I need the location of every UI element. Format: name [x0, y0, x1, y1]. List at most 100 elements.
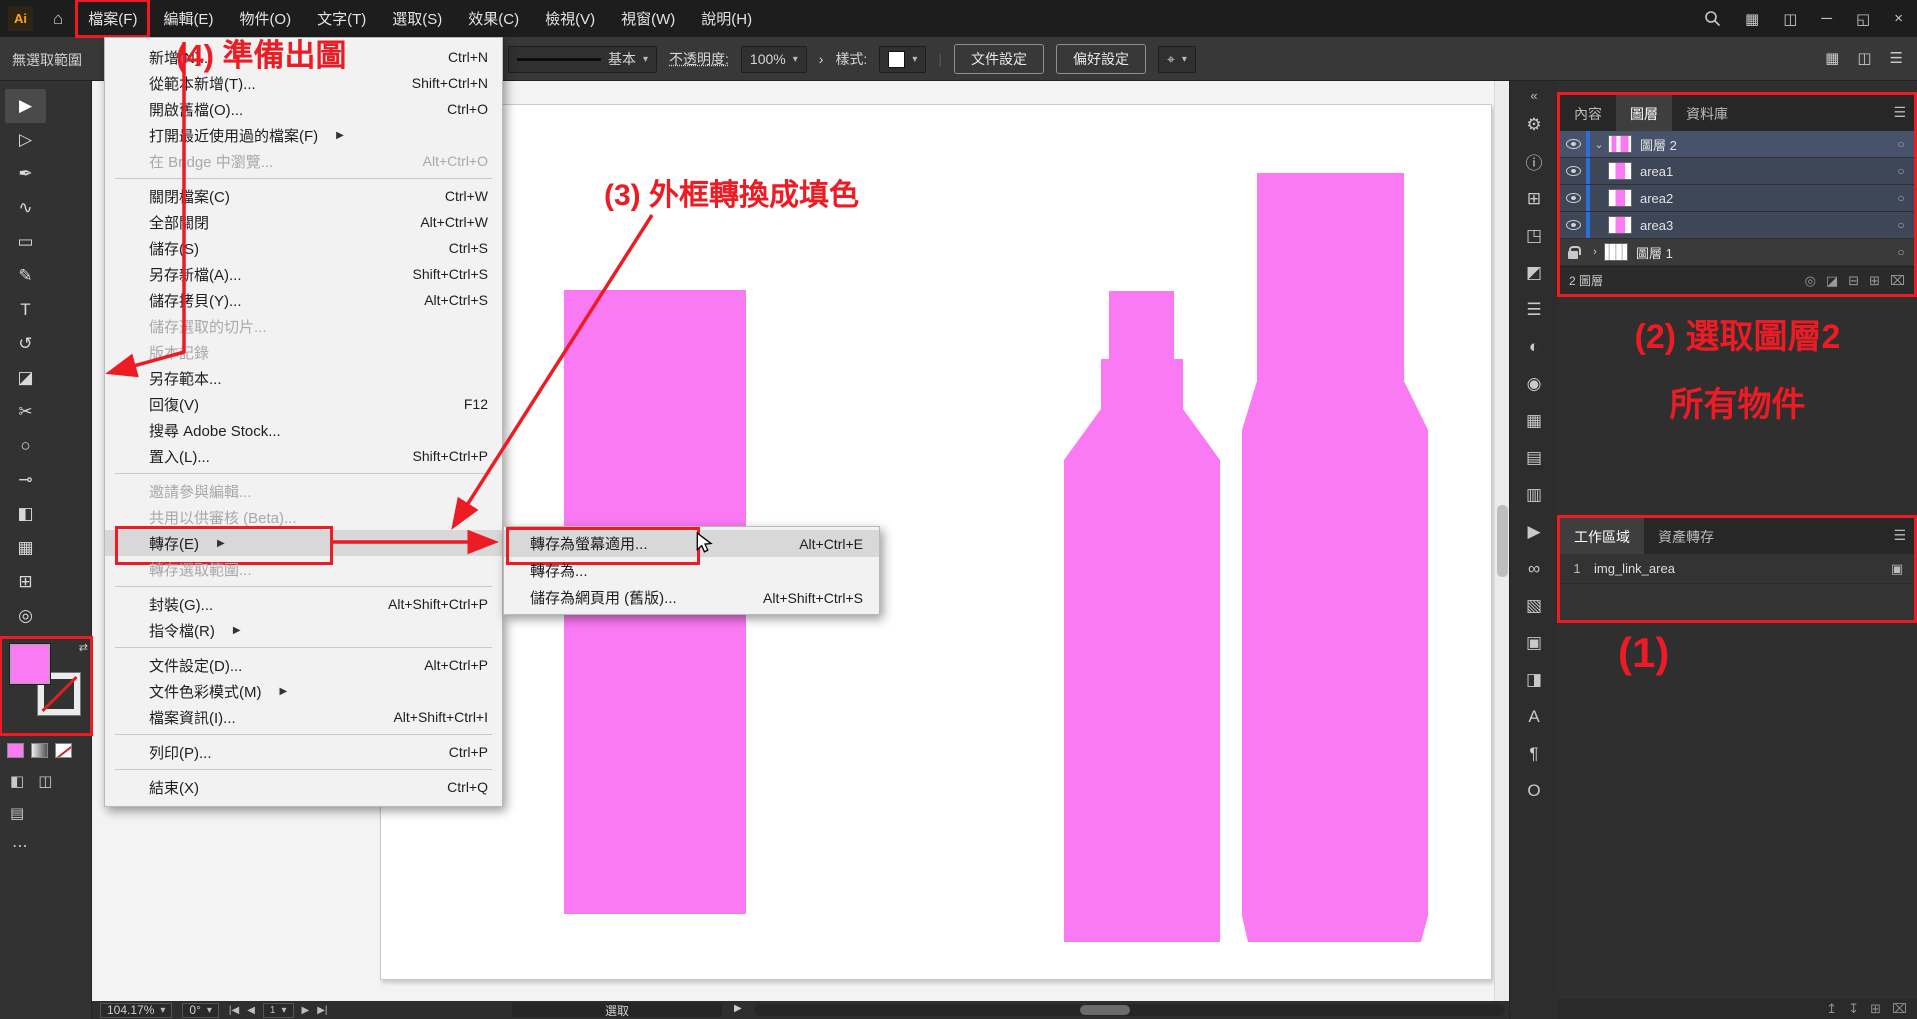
file-menu-item[interactable]: 全部關閉 Alt+Ctrl+W — [105, 209, 502, 235]
file-menu-item[interactable] — [115, 734, 492, 735]
layer-name[interactable]: 圖層 2 — [1640, 135, 1888, 154]
info-panel-icon[interactable]: ⓘ — [1510, 143, 1558, 180]
file-menu-item[interactable]: 封裝(G)... Alt+Shift+Ctrl+P — [105, 591, 502, 617]
new-sublayer-icon[interactable]: ⊟ — [1848, 273, 1859, 289]
file-menu-item[interactable] — [115, 647, 492, 648]
zoom-select[interactable]: 104.17% ▾ — [100, 1003, 172, 1018]
file-menu-item[interactable]: 打開最近使用過的檔案(F) ▶ — [105, 122, 502, 148]
gradient-tool[interactable]: ◧ — [5, 497, 46, 531]
move-up-icon[interactable]: ↥ — [1826, 1001, 1837, 1017]
export-submenu-item[interactable]: 轉存為螢幕適用... Alt+Ctrl+E — [504, 530, 879, 557]
last-artboard-button[interactable]: ▶| — [317, 1005, 327, 1016]
swatches-panel-icon[interactable]: ▦ — [1510, 402, 1558, 439]
rotation-select[interactable]: 0° ▾ — [182, 1003, 219, 1018]
file-menu-item[interactable] — [115, 473, 492, 474]
target-circle[interactable]: ○ — [1888, 218, 1914, 232]
links-panel-icon[interactable]: ∞ — [1510, 550, 1558, 587]
close-button[interactable]: × — [1894, 10, 1903, 27]
tab-libraries[interactable]: 資料庫 — [1672, 95, 1742, 131]
file-menu-item[interactable]: 儲存選取的切片... — [105, 313, 502, 339]
align-panel-icon[interactable]: ◳ — [1510, 217, 1558, 254]
vertical-scrollbar-thumb[interactable] — [1497, 505, 1508, 577]
horizontal-scrollbar[interactable] — [754, 1004, 1505, 1016]
properties-panel-icon[interactable]: ⚙ — [1510, 106, 1558, 143]
symbols-panel-icon[interactable]: ▥ — [1510, 476, 1558, 513]
target-circle[interactable]: ○ — [1888, 137, 1914, 151]
delete-artboard-icon[interactable]: ⌧ — [1892, 1001, 1907, 1017]
file-menu-item[interactable]: 列印(P)... Ctrl+P — [105, 739, 502, 765]
collapse-panels-icon[interactable]: « — [1530, 81, 1537, 106]
style-swatch-select[interactable]: ▾ — [879, 46, 926, 73]
file-menu-item[interactable]: 檔案資訊(I)... Alt+Shift+Ctrl+I — [105, 704, 502, 730]
visibility-toggle[interactable] — [1560, 220, 1586, 230]
file-menu-item[interactable]: 另存範本... — [105, 365, 502, 391]
locate-object-icon[interactable]: ◎ — [1805, 273, 1816, 289]
menu-view[interactable]: 檢視(V) — [532, 0, 608, 38]
tab-properties[interactable]: 內容 — [1560, 95, 1616, 131]
file-menu-item[interactable]: 版本記錄 — [105, 339, 502, 365]
actions-panel-icon[interactable]: ▶ — [1510, 513, 1558, 550]
first-artboard-button[interactable]: |◀ — [229, 1005, 239, 1016]
target-circle[interactable]: ○ — [1888, 191, 1914, 205]
opacity-select[interactable]: 100% ▾ — [741, 46, 807, 73]
asset-export-panel-icon[interactable]: ▧ — [1510, 587, 1558, 624]
panel-toggle-icon[interactable]: ◫ — [1783, 10, 1797, 28]
menu-select[interactable]: 選取(S) — [379, 0, 455, 38]
layer-row-area2[interactable]: area2 ○ — [1560, 185, 1914, 212]
arrange-documents-icon[interactable]: ▦ — [1745, 10, 1759, 28]
dock-view-icon[interactable]: ◫ — [1857, 49, 1871, 67]
menu-help[interactable]: 說明(H) — [688, 0, 765, 38]
curvature-tool[interactable]: ∿ — [5, 191, 46, 225]
draw-behind-icon[interactable]: ◫ — [38, 772, 52, 790]
menu-icon[interactable]: ☰ — [1890, 49, 1903, 67]
pink-bottle-shape-middle[interactable] — [1064, 291, 1220, 942]
next-artboard-button[interactable]: ▶ — [302, 1005, 310, 1016]
artboard-number-select[interactable]: 1 ▾ — [263, 1003, 294, 1018]
object-name[interactable]: area1 — [1640, 164, 1888, 179]
direct-selection-tool[interactable]: ▷ — [5, 123, 46, 157]
preferences-button[interactable]: 偏好設定 — [1056, 44, 1146, 74]
fill-color-swatch[interactable] — [10, 644, 50, 684]
selection-tool[interactable]: ▶ — [5, 89, 46, 123]
opacity-label[interactable]: 不透明度: — [669, 49, 729, 69]
file-menu-item[interactable]: 儲存(S) Ctrl+S — [105, 235, 502, 261]
file-menu-item[interactable] — [115, 586, 492, 587]
file-menu-item[interactable]: 儲存拷貝(Y)... Alt+Ctrl+S — [105, 287, 502, 313]
screen-mode-button[interactable]: ▤ — [0, 790, 91, 822]
artboards-panel-icon[interactable]: ▣ — [1510, 624, 1558, 661]
draw-normal-icon[interactable]: ◧ — [10, 772, 24, 790]
more-options-icon[interactable]: › — [819, 51, 824, 67]
vertical-scrollbar[interactable] — [1494, 81, 1509, 1001]
layer-row-layer1[interactable]: › 圖層 1 ○ — [1560, 239, 1914, 266]
chevron-down-icon[interactable]: ⌄ — [1590, 138, 1608, 151]
file-menu-item[interactable]: 搜尋 Adobe Stock... — [105, 417, 502, 443]
object-name[interactable]: area3 — [1640, 218, 1888, 233]
new-artboard-icon[interactable]: ⊞ — [1870, 1001, 1881, 1017]
stroke-style-select[interactable]: 基本 ▾ — [508, 46, 657, 73]
file-menu-item[interactable]: 結束(X) Ctrl+Q — [105, 774, 502, 800]
export-submenu-item[interactable]: 儲存為網頁用 (舊版)... Alt+Shift+Ctrl+S — [504, 584, 879, 611]
restore-button[interactable]: ◱ — [1856, 10, 1870, 28]
zoom-tool[interactable]: ◎ — [5, 599, 46, 633]
edit-toolbar-icon[interactable]: ⋯ — [0, 822, 91, 856]
file-menu-item[interactable]: 文件色彩模式(M) ▶ — [105, 678, 502, 704]
lock-toggle[interactable] — [1560, 246, 1586, 259]
document-setup-button[interactable]: 文件設定 — [954, 44, 1044, 74]
file-menu-item[interactable]: 開啟舊檔(O)... Ctrl+O — [105, 96, 502, 122]
panel-menu-icon[interactable]: ☰ — [1893, 527, 1906, 544]
visibility-toggle[interactable] — [1560, 166, 1586, 176]
pen-tool[interactable]: ✒ — [5, 157, 46, 191]
prev-artboard-button[interactable]: ◀ — [247, 1005, 255, 1016]
menu-effect[interactable]: 效果(C) — [455, 0, 532, 38]
file-menu-item[interactable]: 指令檔(R) ▶ — [105, 617, 502, 643]
file-menu-item[interactable] — [115, 769, 492, 770]
visibility-toggle[interactable] — [1560, 193, 1586, 203]
paragraph-panel-icon[interactable]: ¶ — [1510, 735, 1558, 772]
snap-options-select[interactable]: ⌖ ▾ — [1158, 46, 1196, 73]
layer-name[interactable]: 圖層 1 — [1636, 243, 1888, 262]
pencil-tool[interactable]: ✎ — [5, 259, 46, 293]
delete-layer-icon[interactable]: ⌧ — [1890, 273, 1905, 289]
artboard-row-name[interactable]: img_link_area — [1594, 561, 1880, 576]
transform-panel-icon[interactable]: ⊞ — [1510, 180, 1558, 217]
type-tool[interactable]: T — [5, 293, 46, 327]
